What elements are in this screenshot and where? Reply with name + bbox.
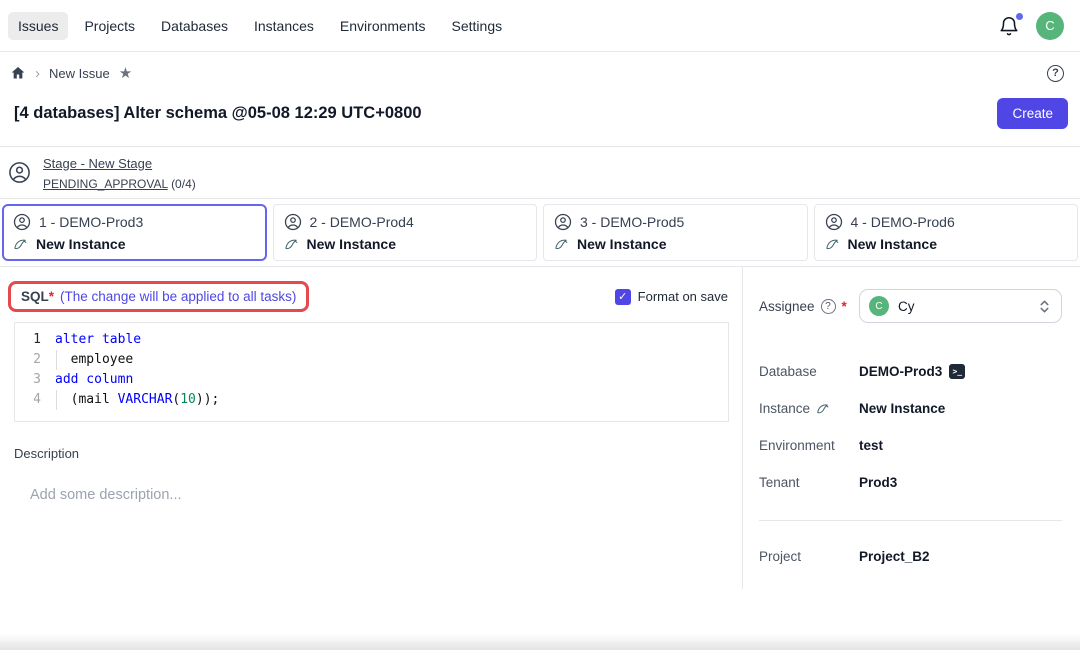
- instance-value: New Instance: [859, 401, 945, 416]
- task-card-2[interactable]: 2 - DEMO-Prod4 New Instance: [273, 204, 538, 261]
- stage-section: Stage - New Stage PENDING_APPROVAL (0/4): [0, 146, 1080, 199]
- nav-item-databases[interactable]: Databases: [151, 12, 238, 40]
- format-on-save-toggle[interactable]: ✓ Format on save: [615, 289, 728, 305]
- nav-item-settings[interactable]: Settings: [442, 12, 513, 40]
- task-label: 3 - DEMO-Prod5: [580, 214, 684, 230]
- database-engine-icon: [284, 237, 299, 252]
- assignee-label: Assignee ? *: [759, 299, 859, 314]
- assignee-select[interactable]: C Cy: [859, 289, 1062, 323]
- task-card-3[interactable]: 3 - DEMO-Prod5 New Instance: [543, 204, 808, 261]
- checkbox-checked-icon[interactable]: ✓: [615, 289, 631, 305]
- format-on-save-label: Format on save: [638, 289, 728, 304]
- description-input[interactable]: Add some description...: [30, 487, 728, 503]
- task-instance: New Instance: [307, 236, 396, 252]
- stage-status-link[interactable]: PENDING_APPROVAL: [43, 177, 168, 191]
- sql-note: (The change will be applied to all tasks…: [60, 289, 296, 304]
- database-engine-icon: [825, 237, 840, 252]
- terminal-icon[interactable]: >_: [949, 364, 965, 379]
- person-circle-icon: [13, 213, 31, 231]
- person-circle-icon: [8, 161, 31, 184]
- star-icon[interactable]: ★: [119, 64, 132, 82]
- home-icon[interactable]: [10, 65, 26, 81]
- title-row: [4 databases] Alter schema @05-08 12:29 …: [0, 94, 1080, 141]
- task-card-4[interactable]: 4 - DEMO-Prod6 New Instance: [814, 204, 1079, 261]
- tenant-label: Tenant: [759, 475, 859, 490]
- line-number: 2: [15, 350, 55, 370]
- required-asterisk: *: [842, 299, 847, 314]
- database-engine-icon: [816, 402, 830, 416]
- breadcrumb: › New Issue ★ ?: [0, 52, 1080, 94]
- project-value: Project_B2: [859, 549, 930, 564]
- code-line: 4 (mail VARCHAR(10));: [15, 390, 728, 410]
- nav-item-environments[interactable]: Environments: [330, 12, 436, 40]
- person-circle-icon: [825, 213, 843, 231]
- stage-name-link[interactable]: Stage - New Stage: [43, 156, 152, 171]
- create-button[interactable]: Create: [997, 98, 1068, 129]
- instance-label: Instance: [759, 401, 859, 416]
- assignee-avatar: C: [869, 296, 889, 316]
- required-asterisk: *: [49, 289, 54, 304]
- environment-label: Environment: [759, 438, 859, 453]
- issue-sidebar: Assignee ? * C Cy Database DEMO-Prod3 >_…: [742, 267, 1080, 589]
- breadcrumb-chevron-icon: ›: [35, 65, 40, 82]
- code-line: 1 alter table: [15, 330, 728, 350]
- bell-icon[interactable]: [998, 15, 1020, 37]
- task-label: 2 - DEMO-Prod4: [310, 214, 414, 230]
- line-number: 3: [15, 370, 55, 390]
- main-nav: Issues Projects Databases Instances Envi…: [8, 12, 512, 40]
- nav-item-projects[interactable]: Projects: [74, 12, 145, 40]
- task-card-1[interactable]: 1 - DEMO-Prod3 New Instance: [2, 204, 267, 261]
- assignee-value: Cy: [898, 299, 915, 314]
- bottom-edge-shadow: [0, 634, 1080, 650]
- top-nav: Issues Projects Databases Instances Envi…: [0, 0, 1080, 52]
- issue-detail-panel: SQL* (The change will be applied to all …: [0, 267, 742, 589]
- task-label: 1 - DEMO-Prod3: [39, 214, 143, 230]
- avatar[interactable]: C: [1036, 12, 1064, 40]
- task-instance: New Instance: [848, 236, 937, 252]
- line-number: 1: [15, 330, 55, 350]
- task-label: 4 - DEMO-Prod6: [851, 214, 955, 230]
- help-icon[interactable]: ?: [1047, 65, 1064, 82]
- breadcrumb-current[interactable]: New Issue: [49, 66, 110, 81]
- database-engine-icon: [13, 237, 28, 252]
- database-label: Database: [759, 364, 859, 379]
- description-label: Description: [14, 446, 728, 461]
- sql-label-highlight: SQL* (The change will be applied to all …: [8, 281, 309, 312]
- select-chevron-icon: [1037, 299, 1052, 314]
- nav-item-issues[interactable]: Issues: [8, 12, 68, 40]
- page-title: [4 databases] Alter schema @05-08 12:29 …: [14, 104, 422, 123]
- database-engine-icon: [554, 237, 569, 252]
- task-instance: New Instance: [577, 236, 666, 252]
- code-line: 3 add column: [15, 370, 728, 390]
- line-number: 4: [15, 390, 55, 410]
- nav-item-instances[interactable]: Instances: [244, 12, 324, 40]
- assignee-help-icon[interactable]: ?: [821, 299, 836, 314]
- database-value: DEMO-Prod3: [859, 364, 942, 379]
- task-instance: New Instance: [36, 236, 125, 252]
- check-icon: ✓: [618, 290, 627, 303]
- project-label: Project: [759, 549, 859, 564]
- sql-editor[interactable]: 1 alter table 2 employee 3 add column 4 …: [14, 322, 729, 422]
- notification-dot: [1016, 13, 1023, 20]
- environment-value: test: [859, 438, 883, 453]
- code-line: 2 employee: [15, 350, 728, 370]
- stage-progress: (0/4): [171, 177, 196, 191]
- person-circle-icon: [284, 213, 302, 231]
- sidebar-divider: [759, 520, 1062, 521]
- task-cards: 1 - DEMO-Prod3 New Instance 2 - DEMO-Pro…: [0, 199, 1080, 267]
- sql-label: SQL*: [21, 289, 54, 304]
- tenant-value: Prod3: [859, 475, 897, 490]
- person-circle-icon: [554, 213, 572, 231]
